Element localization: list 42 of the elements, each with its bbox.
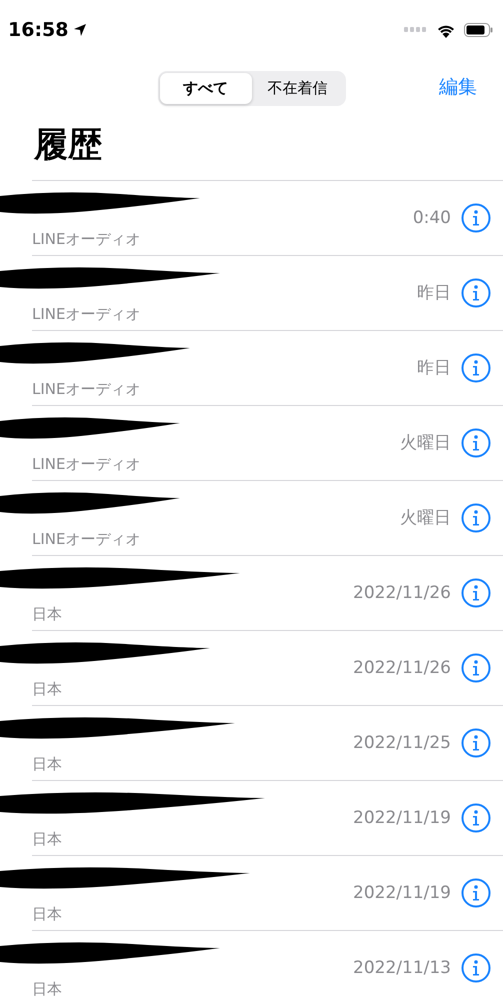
call-time: 2022/11/26 xyxy=(353,658,451,678)
call-type: LINEオーディオ xyxy=(32,530,142,549)
call-type: LINEオーディオ xyxy=(32,305,142,324)
call-type: LINEオーディオ xyxy=(32,380,142,399)
call-time: 2022/11/26 xyxy=(353,582,451,602)
call-type: 日本 xyxy=(32,605,63,624)
page-title: 履歴 xyxy=(32,124,103,167)
call-time: 2022/11/13 xyxy=(353,958,451,978)
signal-icon xyxy=(404,27,428,33)
edit-button[interactable]: 編集 xyxy=(439,74,477,100)
call-type: 日本 xyxy=(32,830,63,849)
info-icon[interactable] xyxy=(461,578,491,608)
info-icon[interactable] xyxy=(461,428,491,458)
filter-tab[interactable]: 不在着信 xyxy=(252,72,344,104)
filter-tab[interactable]: すべて xyxy=(160,72,252,104)
info-icon[interactable] xyxy=(461,352,491,382)
call-time: 昨日 xyxy=(417,357,451,379)
info-icon[interactable] xyxy=(461,652,491,682)
info-icon[interactable] xyxy=(461,878,491,908)
call-time: 火曜日 xyxy=(400,507,451,529)
location-arrow-icon xyxy=(73,23,88,37)
call-time: 2022/11/19 xyxy=(353,882,451,902)
call-time: 0:40 xyxy=(412,208,451,228)
call-type: 日本 xyxy=(32,680,63,699)
call-time: 昨日 xyxy=(417,282,451,304)
call-type: 日本 xyxy=(32,905,63,924)
call-type: LINEオーディオ xyxy=(32,230,142,249)
call-time: 2022/11/19 xyxy=(353,808,451,828)
battery-icon xyxy=(464,23,493,37)
call-time: 2022/11/25 xyxy=(353,732,451,752)
clock-time: 16:58 xyxy=(8,19,68,41)
call-row[interactable]: 日本 2022/11/13 xyxy=(0,930,503,999)
call-type: 日本 xyxy=(32,980,63,999)
call-time: 火曜日 xyxy=(400,432,451,454)
info-icon[interactable] xyxy=(461,802,491,832)
info-icon[interactable] xyxy=(461,202,491,232)
info-icon[interactable] xyxy=(461,502,491,532)
info-icon[interactable] xyxy=(461,728,491,758)
info-icon[interactable] xyxy=(461,278,491,308)
info-icon[interactable] xyxy=(461,952,491,982)
call-type: 日本 xyxy=(32,755,63,774)
call-type: LINEオーディオ xyxy=(32,455,142,474)
